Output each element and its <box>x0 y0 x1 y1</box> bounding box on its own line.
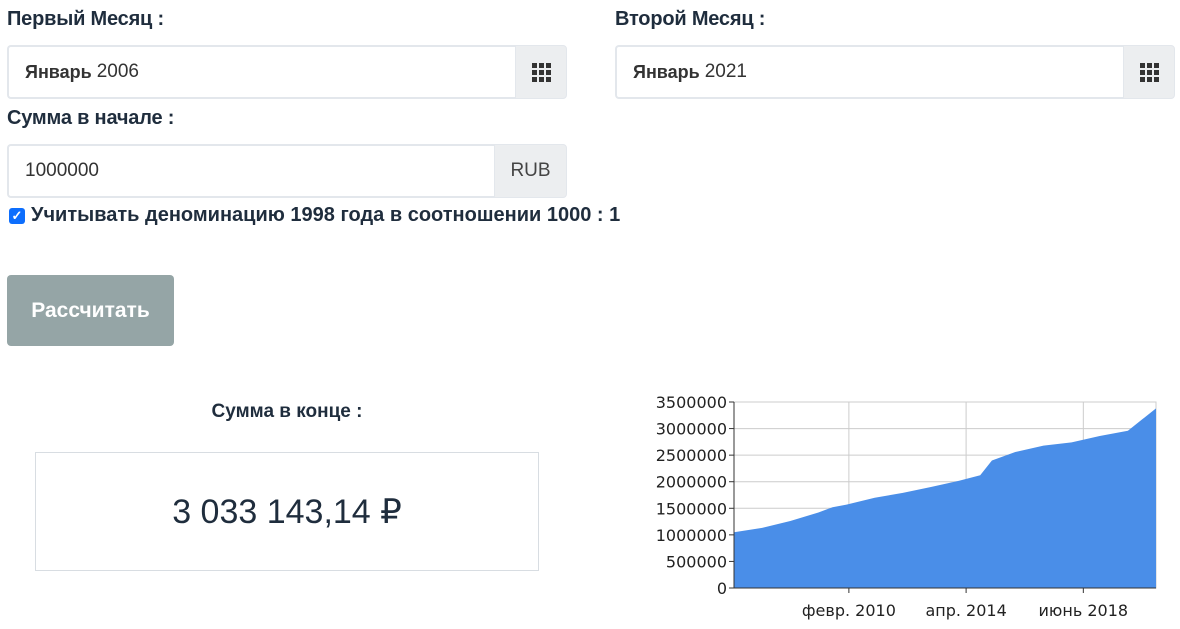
y-tick-label: 2500000 <box>656 446 727 465</box>
first-month-picker-button[interactable] <box>515 45 567 99</box>
calculate-button[interactable]: Рассчитать <box>7 275 174 346</box>
y-tick-label: 0 <box>717 579 727 598</box>
denomination-option[interactable]: ✓ Учитывать деноминацию 1998 года в соот… <box>9 204 620 227</box>
second-month-value-month: Январь <box>633 61 700 82</box>
y-tick-label: 2000000 <box>656 473 727 492</box>
first-month-label: Первый Месяц : <box>7 8 164 30</box>
first-month-value-year: 2006 <box>96 61 139 82</box>
second-month-picker-button[interactable] <box>1123 45 1175 99</box>
balance-chart: 0 500000 1000000 1500000 2000000 2500000 30000… <box>656 393 1157 620</box>
chart-area-series <box>734 408 1156 588</box>
result-box: 3 033 143,14 ₽ <box>35 452 539 571</box>
first-month-group: Январь 2006 <box>7 45 567 99</box>
amount-label: Сумма в начале : <box>7 107 175 129</box>
first-month-value-month: Январь <box>25 61 92 82</box>
denomination-checkbox[interactable]: ✓ <box>9 207 25 224</box>
amount-group: 1000000 RUB <box>7 144 567 198</box>
calendar-grid-icon <box>531 62 551 82</box>
x-tick-label: февр. 2010 <box>802 601 896 620</box>
result-label: Сумма в конце : <box>211 401 363 422</box>
currency-addon: RUB <box>494 144 567 198</box>
second-month-value-year: 2021 <box>704 61 747 82</box>
denomination-label: Учитывать деноминацию 1998 года в соотно… <box>31 204 621 226</box>
y-tick-label: 1500000 <box>656 499 727 518</box>
y-tick-label: 500000 <box>666 552 727 571</box>
y-tick-label: 3000000 <box>656 420 727 439</box>
y-tick-label: 1000000 <box>656 526 727 545</box>
x-tick-label: апр. 2014 <box>925 601 1006 620</box>
y-tick-label: 3500000 <box>656 393 727 412</box>
amount-input[interactable]: 1000000 <box>7 144 494 198</box>
second-month-input[interactable]: Январь 2021 <box>615 45 1123 99</box>
x-tick-label: июнь 2018 <box>1039 601 1129 620</box>
first-month-input[interactable]: Январь 2006 <box>7 45 515 99</box>
second-month-label: Второй Месяц : <box>615 8 766 30</box>
result-value: 3 033 143,14 ₽ <box>172 492 402 531</box>
calendar-grid-icon <box>1139 62 1159 82</box>
second-month-group: Январь 2021 <box>615 45 1175 99</box>
